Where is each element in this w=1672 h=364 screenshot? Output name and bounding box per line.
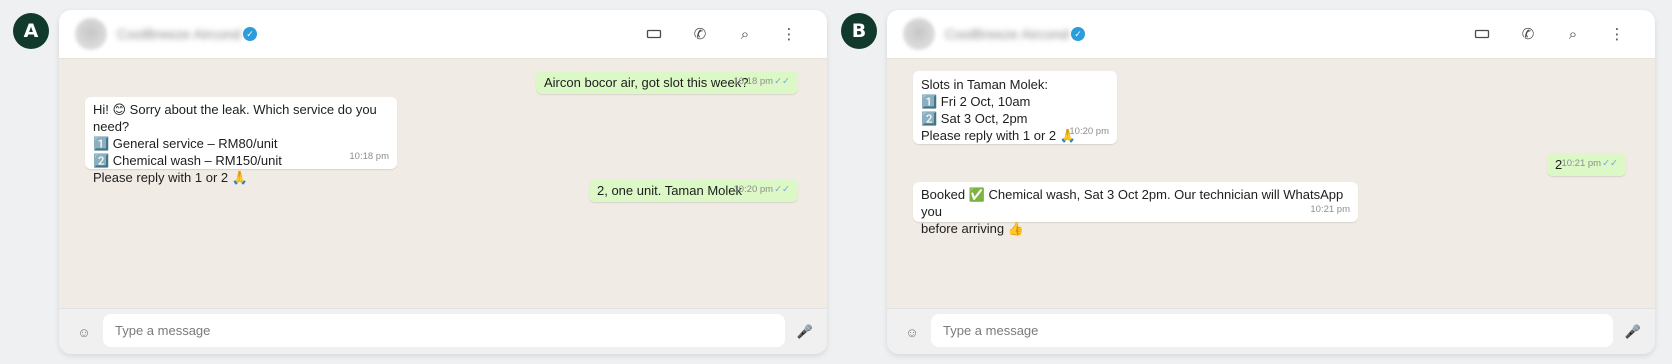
panel-b-badge: B: [841, 13, 877, 49]
message-bubble-incoming[interactable]: Booked ✅ Chemical wash, Sat 3 Oct 2pm. O…: [913, 182, 1358, 236]
read-ticks-icon: ✓✓: [1602, 158, 1618, 169]
message-time: 10:20 pm: [1069, 126, 1109, 137]
video-icon[interactable]: [1470, 22, 1494, 46]
chat-header: CoolBreeze Aircond ✓ ✆ ⌕ ⋮: [59, 10, 827, 59]
contact-name[interactable]: CoolBreeze Aircond: [945, 26, 1069, 42]
message-text: 2, one unit. Taman Molek: [597, 183, 743, 198]
more-vertical-icon[interactable]: ⋮: [777, 22, 801, 46]
message-time: 10:21 pm: [1310, 204, 1350, 215]
message-input[interactable]: Type a message: [103, 314, 785, 347]
message-list[interactable]: Aircon bocor air, got slot this week? 10…: [59, 59, 827, 309]
phone-icon[interactable]: ✆: [1516, 22, 1540, 46]
contact-name[interactable]: CoolBreeze Aircond: [117, 26, 241, 42]
emoji-icon[interactable]: ☺: [75, 323, 93, 341]
verified-check-icon: ✓: [243, 27, 257, 41]
message-bubble-outgoing[interactable]: Aircon bocor air, got slot this week? 10…: [536, 71, 798, 94]
search-icon[interactable]: ⌕: [1561, 22, 1585, 46]
message-bubble-outgoing[interactable]: 2, one unit. Taman Molek 10:20 pm✓✓: [589, 179, 798, 202]
emoji-icon[interactable]: ☺: [903, 323, 921, 341]
message-text: Hi! 😊 Sorry about the leak. Which servic…: [93, 102, 377, 185]
chat-window-a: CoolBreeze Aircond ✓ ✆ ⌕ ⋮ Aircon bocor …: [59, 10, 827, 354]
message-input[interactable]: Type a message: [931, 314, 1613, 347]
message-list[interactable]: Slots in Taman Molek: 1️⃣ Fri 2 Oct, 10a…: [887, 59, 1655, 309]
message-composer: ☺ Type a message 🎤: [59, 308, 827, 354]
message-time: 10:18 pm✓✓: [733, 76, 790, 87]
read-ticks-icon: ✓✓: [774, 184, 790, 195]
contact-avatar[interactable]: [903, 18, 935, 50]
message-time: 10:20 pm✓✓: [733, 184, 790, 195]
message-time: 10:21 pm✓✓: [1561, 158, 1618, 169]
message-bubble-incoming[interactable]: Hi! 😊 Sorry about the leak. Which servic…: [85, 97, 397, 185]
message-bubble-outgoing[interactable]: 2 10:21 pm✓✓: [1547, 153, 1626, 176]
message-bubble-incoming[interactable]: Slots in Taman Molek: 1️⃣ Fri 2 Oct, 10a…: [913, 71, 1117, 144]
message-text: Slots in Taman Molek: 1️⃣ Fri 2 Oct, 10a…: [921, 77, 1076, 143]
microphone-icon[interactable]: 🎤: [795, 322, 815, 342]
search-icon[interactable]: ⌕: [733, 22, 757, 46]
phone-icon[interactable]: ✆: [688, 22, 712, 46]
microphone-icon[interactable]: 🎤: [1623, 322, 1643, 342]
message-time: 10:18 pm: [349, 151, 389, 162]
panel-a-badge: A: [13, 13, 49, 49]
message-composer: ☺ Type a message 🎤: [887, 308, 1655, 354]
more-vertical-icon[interactable]: ⋮: [1605, 22, 1629, 46]
verified-check-icon: ✓: [1071, 27, 1085, 41]
message-text: Aircon bocor air, got slot this week?: [544, 75, 749, 90]
chat-header: CoolBreeze Aircond ✓ ✆ ⌕ ⋮: [887, 10, 1655, 59]
message-text: Booked ✅ Chemical wash, Sat 3 Oct 2pm. O…: [921, 187, 1344, 236]
chat-window-b: CoolBreeze Aircond ✓ ✆ ⌕ ⋮ Slots in Tama…: [887, 10, 1655, 354]
video-icon[interactable]: [642, 22, 666, 46]
read-ticks-icon: ✓✓: [774, 76, 790, 87]
contact-avatar[interactable]: [75, 18, 107, 50]
